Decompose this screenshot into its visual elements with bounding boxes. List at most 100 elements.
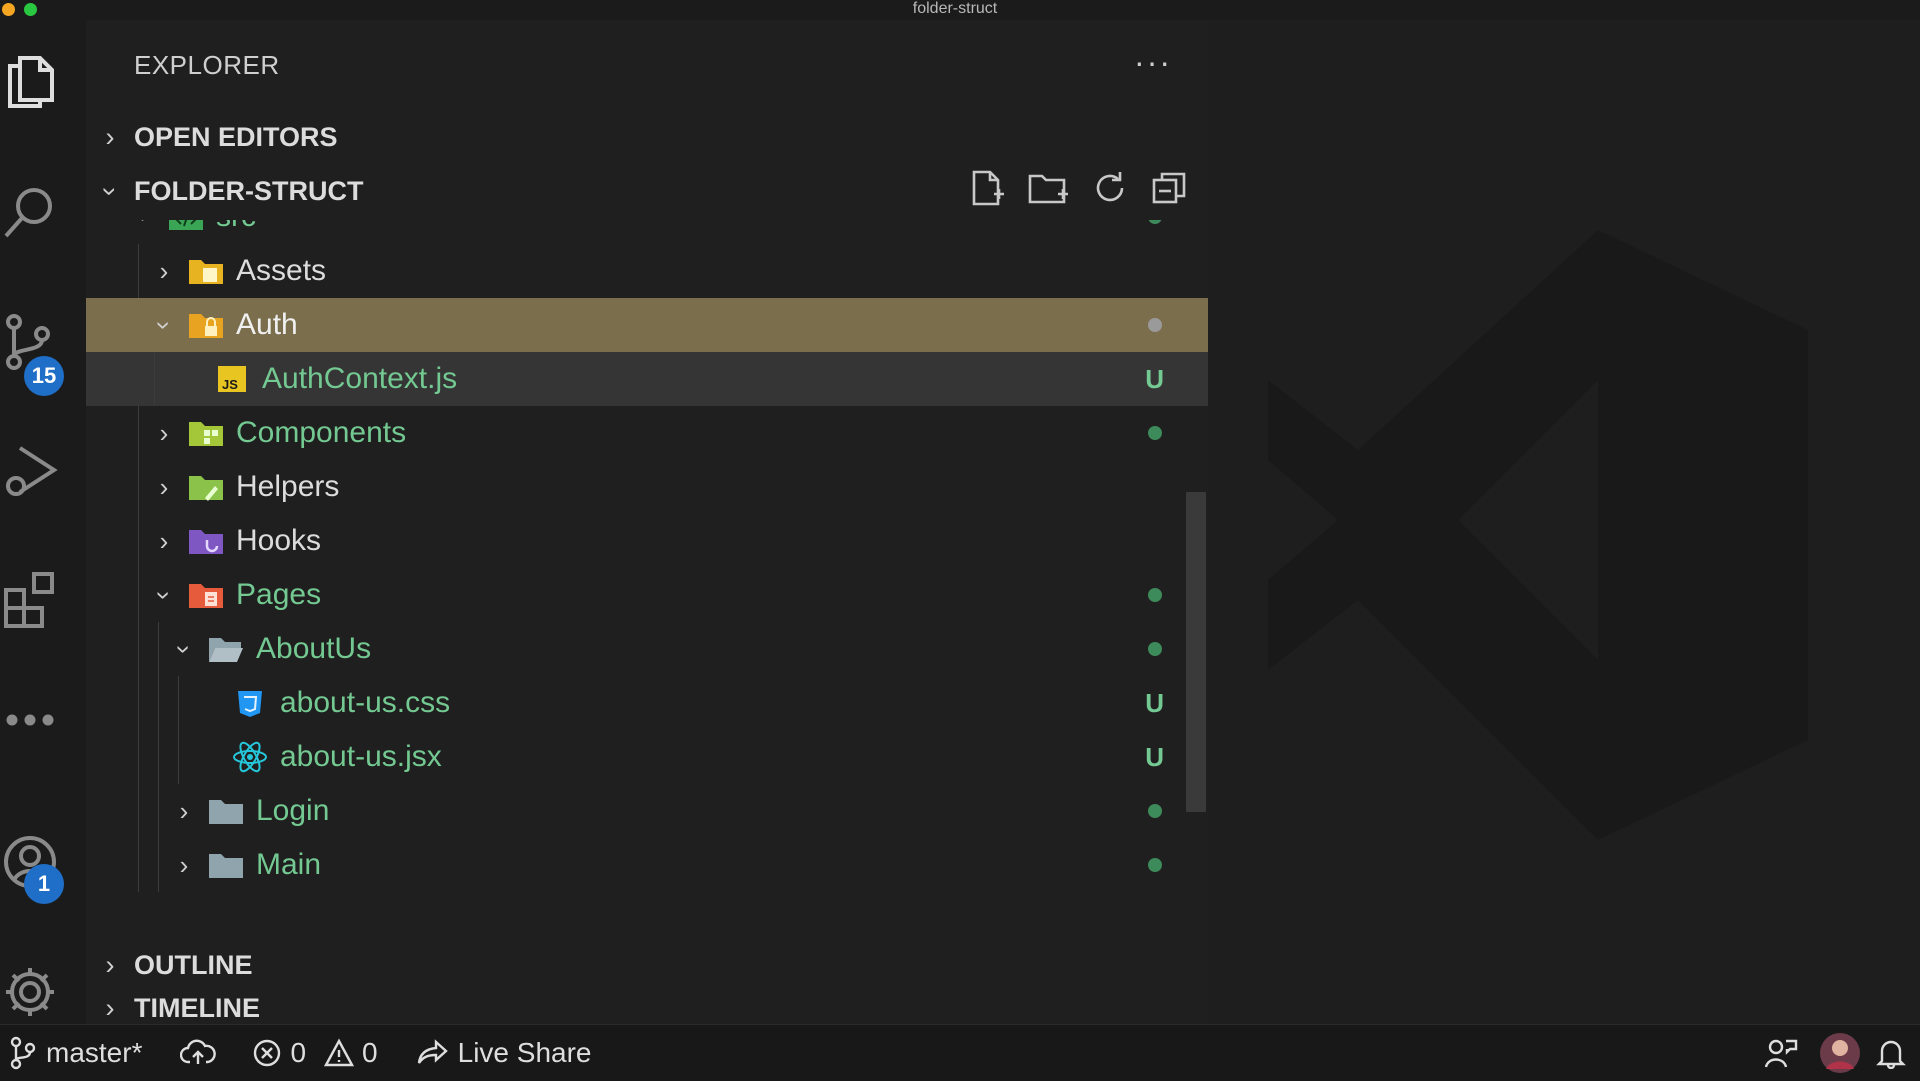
tree-item-label: Hooks	[236, 524, 322, 557]
branch-label: master*	[46, 1037, 143, 1068]
error-count: 0	[290, 1037, 307, 1068]
section-label: OPEN EDITORS	[134, 121, 338, 152]
section-label: FOLDER-STRUCT	[134, 175, 364, 206]
new-folder-icon[interactable]	[1026, 168, 1070, 215]
tree-scrollbar[interactable]	[1186, 492, 1206, 812]
collapse-all-icon[interactable]	[1150, 168, 1190, 215]
search-icon[interactable]	[0, 180, 60, 244]
problems-item[interactable]: 0 0	[252, 1037, 378, 1069]
git-status-untracked: U	[1145, 363, 1164, 394]
settings-gear-icon[interactable]	[0, 960, 60, 1024]
run-debug-icon[interactable]	[0, 438, 60, 502]
file-tree: › src › Assets › Auth	[86, 220, 1208, 938]
folder-hooks-icon	[186, 524, 226, 558]
folder-auth-icon	[186, 308, 226, 342]
explorer-more-button[interactable]: ···	[1134, 44, 1172, 81]
tree-item-assets[interactable]: › Assets	[86, 244, 1208, 298]
chevron-down-icon: ›	[149, 320, 180, 330]
tree-item-src[interactable]: › src	[86, 220, 1208, 244]
status-dot	[1148, 318, 1162, 332]
avatar[interactable]	[1818, 1031, 1862, 1075]
status-dot	[1148, 804, 1162, 818]
section-timeline[interactable]: › TIMELINE	[86, 992, 1208, 1024]
folder-open-icon	[206, 632, 246, 666]
status-dot	[1148, 220, 1162, 224]
source-control-badge: 15	[24, 356, 64, 396]
avatar-image	[1820, 1033, 1860, 1073]
chevron-right-icon: ›	[179, 849, 189, 880]
status-dot	[1148, 426, 1162, 440]
error-icon	[254, 1039, 281, 1067]
chevron-down-icon: ›	[149, 590, 180, 600]
tree-item-login[interactable]: › Login	[86, 784, 1208, 838]
tree-item-main[interactable]: › Main	[86, 838, 1208, 892]
folder-assets-icon	[186, 254, 226, 288]
chevron-right-icon: ›	[159, 525, 169, 556]
folder-pages-icon	[186, 578, 226, 612]
extensions-icon[interactable]	[0, 566, 60, 630]
tree-item-label: Pages	[236, 578, 322, 611]
window-title: folder-struct	[912, 0, 998, 17]
git-status-untracked: U	[1145, 687, 1164, 718]
vscode-watermark-logo	[1268, 230, 1808, 840]
tree-item-about-us-css[interactable]: about-us.css U	[86, 676, 1208, 730]
tree-item-pages[interactable]: › Pages	[86, 568, 1208, 622]
explorer-sidebar: EXPLORER ··· › OPEN EDITORS › FOLDER-STR…	[86, 20, 1208, 1024]
files-icon[interactable]	[0, 50, 60, 114]
sync-item[interactable]	[180, 1038, 217, 1068]
accounts-badge: 1	[24, 864, 64, 904]
chevron-down-icon: ›	[129, 220, 160, 231]
tree-item-auth[interactable]: › Auth	[86, 298, 1208, 352]
react-file-icon	[230, 740, 270, 774]
section-folder-struct[interactable]: › FOLDER-STRUCT	[86, 164, 1208, 218]
new-file-icon[interactable]	[966, 168, 1006, 215]
section-open-editors[interactable]: › OPEN EDITORS	[86, 110, 1208, 164]
tree-item-label: Components	[236, 416, 407, 449]
tree-item-label: about-us.css	[280, 686, 451, 719]
tree-item-label: about-us.jsx	[280, 740, 442, 773]
live-share-item[interactable]: Live Share	[416, 1037, 592, 1069]
chevron-down-icon: ›	[169, 644, 200, 654]
status-dot	[1148, 588, 1162, 602]
folder-icon	[206, 848, 246, 882]
explorer-title: EXPLORER	[134, 50, 280, 80]
more-icon[interactable]	[0, 688, 60, 752]
tree-item-authcontext-js[interactable]: JS AuthContext.js U	[86, 352, 1208, 406]
git-branch-icon	[10, 1036, 36, 1070]
live-share-label: Live Share	[457, 1037, 592, 1068]
status-bar: master* 0 0 Live Share	[0, 1024, 1920, 1081]
folder-icon	[206, 794, 246, 828]
live-share-icon	[417, 1039, 448, 1064]
js-file-icon: JS	[212, 362, 252, 396]
tree-item-about-us-jsx[interactable]: about-us.jsx U	[86, 730, 1208, 784]
bell-icon	[1876, 1040, 1906, 1069]
editor-area	[1208, 20, 1920, 1024]
chevron-right-icon: ›	[159, 471, 169, 502]
tree-item-helpers[interactable]: › Helpers	[86, 460, 1208, 514]
tree-item-aboutus[interactable]: › AboutUs	[86, 622, 1208, 676]
tree-item-label: Auth	[236, 308, 298, 341]
folder-src-icon	[166, 220, 206, 234]
folder-components-icon	[186, 416, 226, 450]
activity-bar: 15 1	[0, 20, 86, 1024]
branch-item[interactable]: master*	[8, 1036, 142, 1070]
chevron-right-icon: ›	[159, 255, 169, 286]
title-bar: folder-struct	[0, 0, 1920, 20]
chevron-right-icon: ›	[105, 949, 115, 980]
feedback-item[interactable]	[1764, 1037, 1798, 1069]
tree-item-label: Login	[256, 794, 330, 827]
status-dot	[1148, 642, 1162, 656]
tree-item-components[interactable]: › Components	[86, 406, 1208, 460]
warning-count: 0	[362, 1037, 378, 1068]
tree-item-hooks[interactable]: › Hooks	[86, 514, 1208, 568]
section-label: TIMELINE	[134, 992, 260, 1023]
notifications-item[interactable]	[1876, 1037, 1906, 1069]
git-status-untracked: U	[1145, 741, 1164, 772]
refresh-icon[interactable]	[1090, 168, 1130, 215]
chevron-right-icon: ›	[105, 992, 115, 1023]
chevron-down-icon: ›	[95, 186, 126, 196]
tree-item-label: Helpers	[236, 470, 340, 503]
section-label: OUTLINE	[134, 949, 253, 980]
css-file-icon	[230, 686, 270, 720]
section-outline[interactable]: › OUTLINE	[86, 938, 1208, 992]
